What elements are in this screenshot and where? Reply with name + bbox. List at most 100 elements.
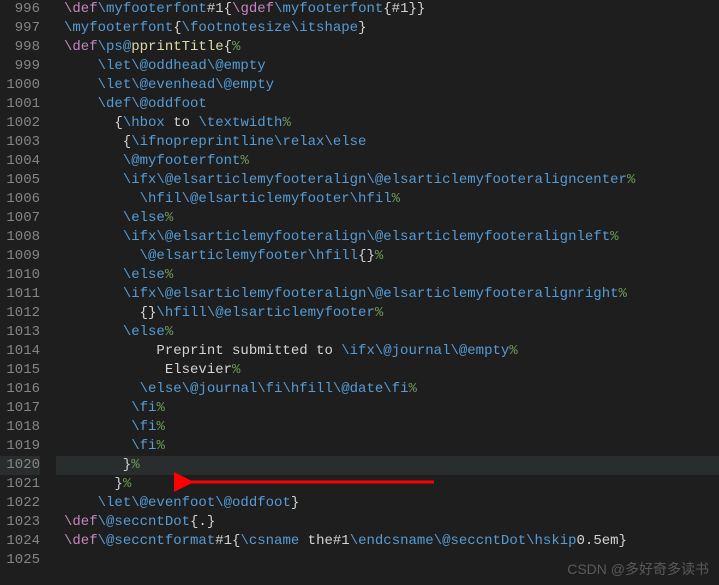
code-token: }: [358, 20, 366, 36]
code-token: {#1}}: [383, 1, 425, 17]
line-number: 1023: [0, 513, 40, 532]
code-token: pprintTitle: [131, 39, 223, 55]
code-line[interactable]: \@elsarticlemyfooter\hfill{}%: [56, 247, 719, 266]
code-token: [64, 153, 123, 169]
code-line[interactable]: \def\@seccntformat#1{\csname the#1\endcs…: [56, 532, 719, 551]
line-number: 998: [0, 38, 40, 57]
code-line[interactable]: \else\@journal\fi\hfill\@date\fi%: [56, 380, 719, 399]
code-line[interactable]: \else%: [56, 209, 719, 228]
line-number: 1009: [0, 247, 40, 266]
code-line[interactable]: \@myfooterfont%: [56, 152, 719, 171]
code-token: %: [509, 343, 517, 359]
code-line[interactable]: {\hbox to \textwidth%: [56, 114, 719, 133]
code-line[interactable]: \ifx\@elsarticlemyfooteralign\@elsarticl…: [56, 171, 719, 190]
code-line[interactable]: \fi%: [56, 418, 719, 437]
code-token: Elsevier: [64, 362, 232, 378]
code-token: [64, 495, 98, 511]
code-token: \endcsname\@seccntDot\hskip: [350, 533, 577, 549]
code-token: [64, 324, 123, 340]
code-token: \else: [123, 267, 165, 283]
code-token: \def: [64, 1, 98, 17]
code-token: [64, 267, 123, 283]
code-token: \fi: [131, 419, 156, 435]
code-token: %: [156, 400, 164, 416]
code-token: {: [64, 115, 123, 131]
line-number: 1012: [0, 304, 40, 323]
code-line[interactable]: \let\@evenhead\@empty: [56, 76, 719, 95]
line-number: 1007: [0, 209, 40, 228]
code-token: %: [232, 362, 240, 378]
code-token: %: [282, 115, 290, 131]
code-token: \@myfooterfont: [123, 153, 241, 169]
code-line[interactable]: Elsevier%: [56, 361, 719, 380]
code-token: }: [291, 495, 299, 511]
code-token: 0.5em}: [577, 533, 627, 549]
code-line[interactable]: \ifx\@elsarticlemyfooteralign\@elsarticl…: [56, 285, 719, 304]
code-token: %: [165, 324, 173, 340]
code-token: [64, 58, 98, 74]
code-token: \let\@evenhead\@empty: [98, 77, 274, 93]
code-line[interactable]: \else%: [56, 266, 719, 285]
line-number: 1016: [0, 380, 40, 399]
line-number: 1025: [0, 551, 40, 570]
code-token: to: [165, 115, 199, 131]
code-token: %: [156, 438, 164, 454]
code-token: \ifnopreprintline\relax\else: [131, 134, 366, 150]
code-line[interactable]: \def\@seccntDot{.}: [56, 513, 719, 532]
code-line[interactable]: }%: [56, 456, 719, 475]
code-token: \@seccntformat: [98, 533, 216, 549]
code-token: \myfooterfont: [274, 1, 383, 17]
line-number: 1003: [0, 133, 40, 152]
code-token: \gdef: [232, 1, 274, 17]
code-token: [64, 191, 140, 207]
code-line[interactable]: \fi%: [56, 399, 719, 418]
code-line[interactable]: {\ifnopreprintline\relax\else: [56, 133, 719, 152]
code-token: \else: [123, 324, 165, 340]
code-token: %: [165, 267, 173, 283]
code-area[interactable]: \def\myfooterfont#1{\gdef\myfooterfont{#…: [56, 0, 719, 585]
code-token: Preprint submitted to: [64, 343, 341, 359]
code-token: [64, 210, 123, 226]
code-token: %: [232, 39, 240, 55]
code-token: #1{: [207, 1, 232, 17]
code-editor[interactable]: 9969979989991000100110021003100410051006…: [0, 0, 719, 585]
line-number: 1017: [0, 399, 40, 418]
code-line[interactable]: \myfooterfont{\footnotesize\itshape}: [56, 19, 719, 38]
code-line[interactable]: Preprint submitted to \ifx\@journal\@emp…: [56, 342, 719, 361]
code-line[interactable]: }%: [56, 475, 719, 494]
code-line[interactable]: \let\@evenfoot\@oddfoot}: [56, 494, 719, 513]
code-token: {.}: [190, 514, 215, 530]
code-token: %: [392, 191, 400, 207]
code-token: [64, 172, 123, 188]
code-token: \@elsarticlemyfooter\hfill: [140, 248, 358, 264]
code-line[interactable]: \else%: [56, 323, 719, 342]
code-token: %: [610, 229, 618, 245]
code-token: [64, 400, 131, 416]
code-token: [64, 248, 140, 264]
line-number: 1015: [0, 361, 40, 380]
line-number: 1019: [0, 437, 40, 456]
line-number: 997: [0, 19, 40, 38]
code-line[interactable]: \def\@oddfoot: [56, 95, 719, 114]
line-number: 1020: [0, 456, 40, 475]
code-token: [64, 438, 131, 454]
line-number: 1024: [0, 532, 40, 551]
code-token: %: [627, 172, 635, 188]
code-token: \hfil\@elsarticlemyfooter\hfil: [140, 191, 392, 207]
code-token: {: [224, 39, 232, 55]
code-line[interactable]: \def\myfooterfont#1{\gdef\myfooterfont{#…: [56, 0, 719, 19]
code-line[interactable]: \def\ps@pprintTitle{%: [56, 38, 719, 57]
code-token: %: [240, 153, 248, 169]
code-token: \ps@: [98, 39, 132, 55]
code-line[interactable]: \hfil\@elsarticlemyfooter\hfil%: [56, 190, 719, 209]
code-line[interactable]: \fi%: [56, 437, 719, 456]
code-token: \let\@evenfoot\@oddfoot: [98, 495, 291, 511]
code-line[interactable]: {}\hfill\@elsarticlemyfooter%: [56, 304, 719, 323]
code-line[interactable]: \let\@oddhead\@empty: [56, 57, 719, 76]
code-token: \def: [64, 39, 98, 55]
code-token: #1{: [215, 533, 240, 549]
code-token: [64, 77, 98, 93]
code-token: \fi: [131, 438, 156, 454]
code-line[interactable]: \ifx\@elsarticlemyfooteralign\@elsarticl…: [56, 228, 719, 247]
line-number: 1006: [0, 190, 40, 209]
